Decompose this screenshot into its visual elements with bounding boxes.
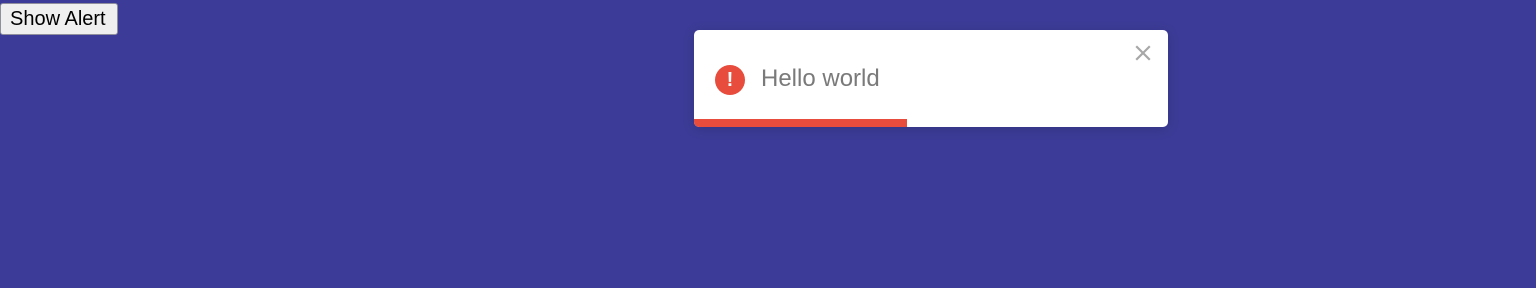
- close-icon[interactable]: [1134, 44, 1152, 62]
- toast-message: Hello world: [761, 65, 880, 92]
- show-alert-button[interactable]: Show Alert: [0, 3, 118, 35]
- toast-progress-track: [694, 119, 1168, 127]
- page-canvas: Show Alert ! Hello world: [0, 0, 1536, 288]
- toast-progress-fill: [694, 119, 908, 127]
- alert-circle-icon: !: [715, 65, 745, 95]
- alert-toast: ! Hello world: [694, 30, 1168, 127]
